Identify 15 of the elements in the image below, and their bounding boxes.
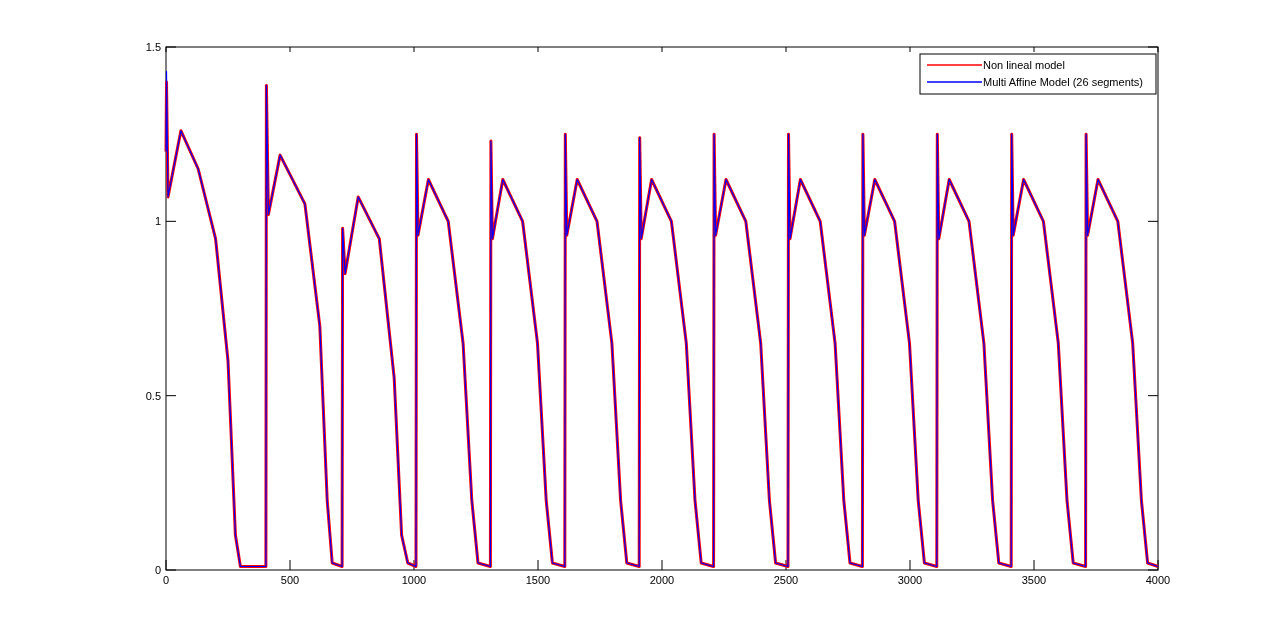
legend-label: Multi Affine Model (26 segments) xyxy=(983,76,1143,88)
x-tick-label: 2500 xyxy=(773,574,799,586)
x-tick-label: 1000 xyxy=(401,574,427,586)
x-tick-label: 2000 xyxy=(649,574,675,586)
y-tick-label: 0.5 xyxy=(145,389,161,402)
y-tick-label: 0 xyxy=(154,564,161,576)
y-tick-label: 1 xyxy=(154,215,161,228)
x-tick-label: 500 xyxy=(280,574,300,586)
x-tick-label: 3500 xyxy=(1021,574,1047,586)
x-tick-label: 0 xyxy=(162,574,170,586)
y-tick-label: 1.5 xyxy=(145,41,161,53)
x-tick-label: 4000 xyxy=(1145,574,1171,586)
x-tick-label: 1500 xyxy=(525,574,551,586)
legend-label: Non lineal model xyxy=(983,59,1065,71)
x-tick-label: 3000 xyxy=(897,574,923,586)
